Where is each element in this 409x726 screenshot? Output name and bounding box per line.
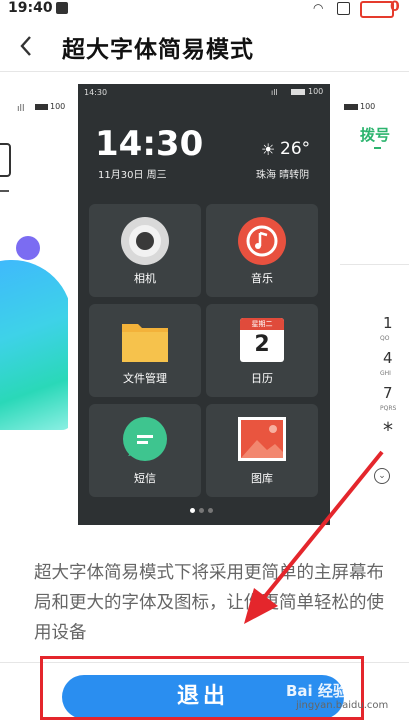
watermark-logo: Bai 经验 — [286, 682, 348, 700]
preview-status-time: 14:30 — [84, 88, 108, 97]
sun-icon: ☀ — [261, 140, 276, 159]
battery-level: 100 — [360, 102, 376, 111]
app-tile-calendar[interactable]: 星期二 2 日历 — [206, 304, 318, 397]
widget-outline — [0, 143, 11, 177]
page-title: 超大字体简易模式 — [62, 37, 254, 63]
dial-key: 7 — [383, 384, 393, 402]
app-label: 图库 — [251, 472, 273, 485]
header-divider — [0, 71, 409, 72]
signal-icon: ıll — [271, 88, 278, 97]
page-dot-active — [190, 508, 195, 513]
date: 11月30日 周三 — [98, 170, 167, 181]
app-label: 音乐 — [251, 272, 273, 285]
camera-icon — [121, 217, 169, 265]
chevron-left-icon — [20, 36, 31, 56]
dial-key-letters: PQRS — [380, 405, 397, 412]
temperature: 26° — [280, 139, 311, 159]
page-dot — [208, 508, 213, 513]
dial-tab: 拨号 — [360, 126, 391, 144]
watermark-url: jingyan.baidu.com — [296, 700, 389, 711]
calendar-icon: 星期二 2 — [240, 318, 284, 362]
divider — [340, 264, 409, 265]
app-tile-music[interactable]: 音乐 — [206, 204, 318, 297]
dial-key: 4 — [383, 349, 393, 367]
app-label: 文件管理 — [123, 372, 167, 385]
screen-icon — [337, 2, 350, 15]
phone-preview[interactable]: 14:30 ıll 100 14:30 11月30日 周三 ☀ 26° 珠海 晴… — [78, 84, 330, 525]
calendar-day: 2 — [254, 332, 270, 357]
app-tile-gallery[interactable]: 图库 — [206, 404, 318, 497]
clock: 14:30 — [95, 124, 204, 164]
dial-key-letters: QO — [380, 335, 390, 342]
dial-key: * — [383, 418, 393, 442]
notification-icon — [56, 2, 68, 14]
message-icon — [123, 417, 167, 461]
app-label: 日历 — [251, 372, 273, 385]
gallery-icon — [238, 417, 286, 461]
left-preview-card[interactable]: ıll 100 — [0, 90, 68, 430]
wallpaper-shape — [0, 260, 68, 430]
battery-level: 100 — [50, 102, 66, 111]
app-tile-messages[interactable]: 短信 — [89, 404, 201, 497]
title-bar: 超大字体简易模式 — [0, 20, 409, 72]
weather-text: 珠海 晴转阴 — [256, 170, 310, 181]
battery-icon — [291, 89, 305, 95]
battery-icon — [360, 1, 394, 18]
battery-icon — [35, 104, 48, 110]
battery-level: 0 — [390, 0, 400, 15]
divider — [0, 190, 9, 192]
wifi-icon: ◠ — [313, 1, 324, 15]
music-icon — [238, 217, 286, 265]
dial-key-letters: GHI — [380, 370, 391, 377]
chevron-down-icon: ⌄ — [374, 468, 390, 484]
battery-level: 100 — [308, 87, 324, 96]
page-dot — [199, 508, 204, 513]
right-preview-card[interactable]: 100 拨号 1 QO 4 GHI 7 PQRS * ⌄ — [340, 90, 409, 500]
status-bar: 19:40 ◠ 0 — [0, 0, 409, 20]
dial-key: 1 — [383, 314, 393, 332]
status-time: 19:40 — [8, 0, 53, 16]
dial-tab-indicator — [374, 147, 381, 149]
calendar-weekday: 星期二 — [240, 318, 284, 330]
description-text: 超大字体简易模式下将采用更简单的主屏幕布局和更大的字体及图标，让你更简单轻松的使… — [34, 563, 384, 643]
app-label: 短信 — [134, 472, 156, 485]
back-button[interactable] — [18, 30, 34, 65]
signal-icon: ıll — [17, 104, 25, 114]
folder-icon — [122, 324, 168, 362]
battery-icon — [344, 104, 358, 110]
app-label: 相机 — [134, 272, 156, 285]
app-tile-camera[interactable]: 相机 — [89, 204, 201, 297]
purple-dot — [16, 236, 40, 260]
app-tile-file-manager[interactable]: 文件管理 — [89, 304, 201, 397]
